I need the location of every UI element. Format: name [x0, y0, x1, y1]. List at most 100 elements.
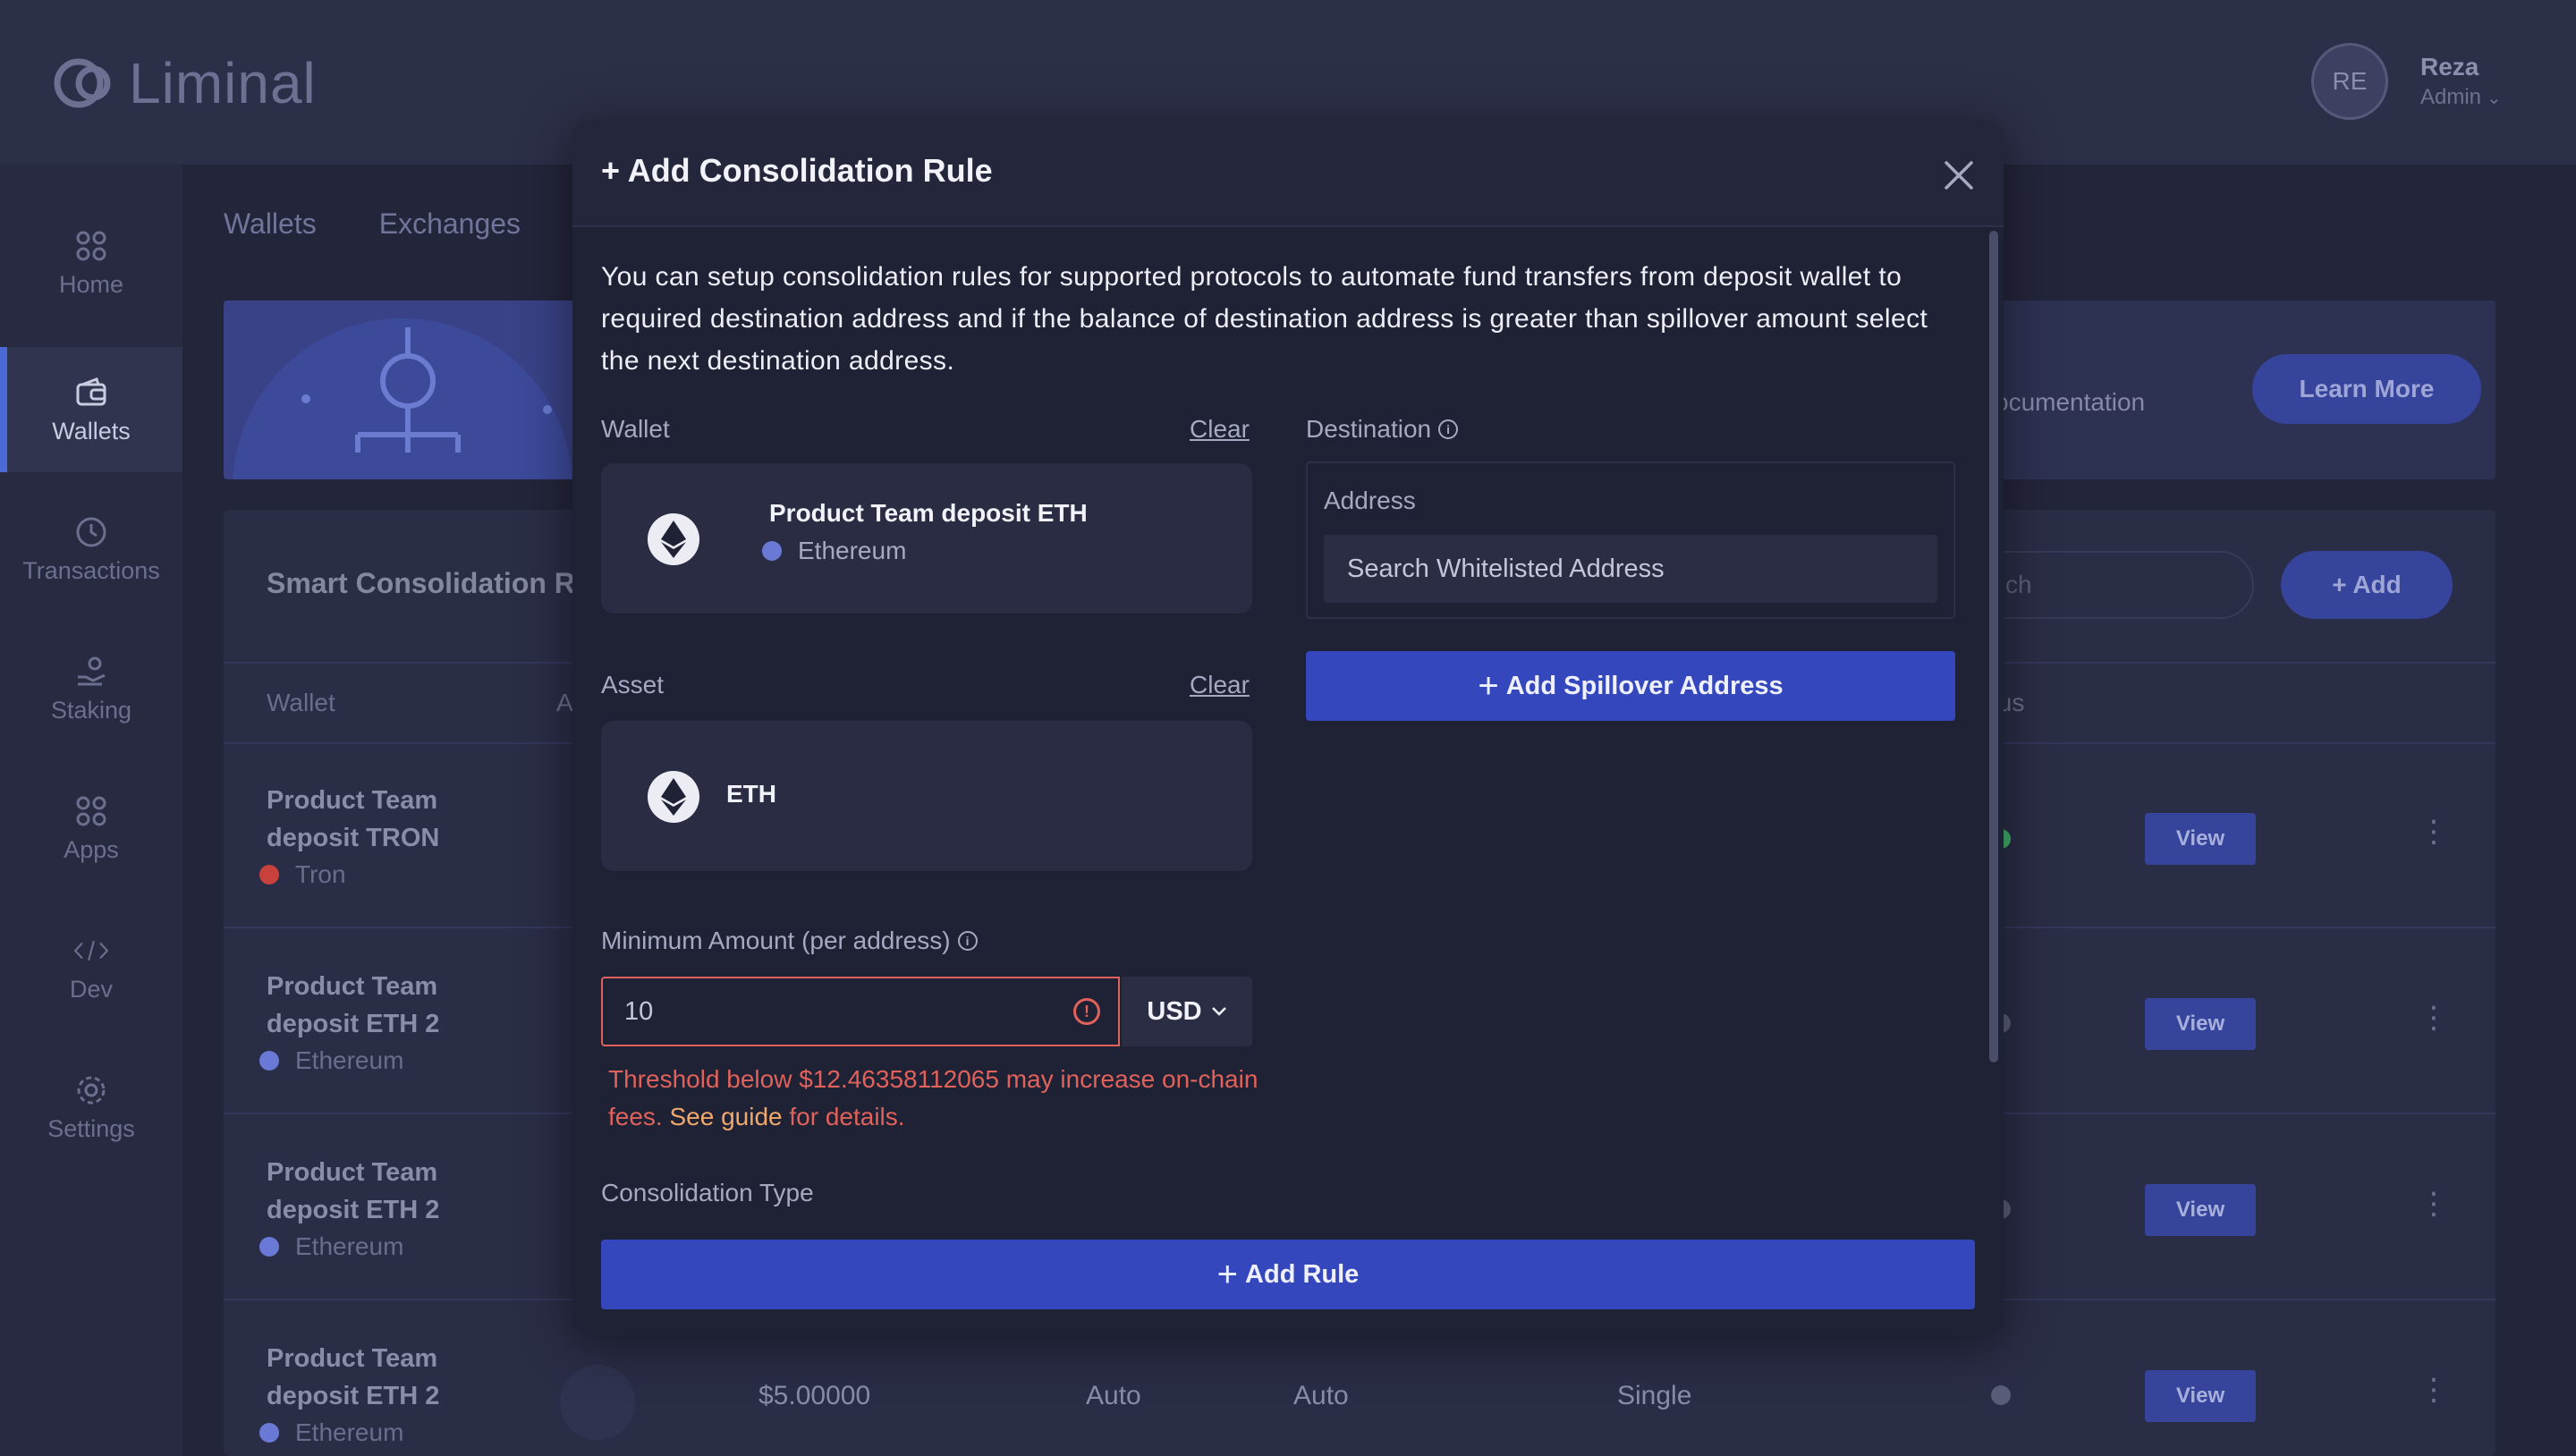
- see-guide-link[interactable]: See guide: [669, 1103, 782, 1130]
- modal-title: + Add Consolidation Rule: [601, 152, 993, 189]
- gear-icon: [73, 1072, 109, 1108]
- modal-header: + Add Consolidation Rule: [572, 120, 2004, 227]
- row-amount: $5.00000: [758, 1381, 871, 1410]
- plus-icon: +: [1478, 666, 1499, 706]
- selected-asset-card[interactable]: ETH: [601, 721, 1252, 871]
- sidebar-item-home[interactable]: Home: [0, 200, 182, 326]
- chain-dot: [259, 1237, 279, 1257]
- row-col-c: Auto: [1293, 1381, 1349, 1410]
- add-rule-label: Add Rule: [1245, 1259, 1360, 1289]
- destination-label: Destination: [1306, 415, 1432, 443]
- currency-select[interactable]: USD: [1122, 977, 1252, 1046]
- column-header-asset: A: [556, 689, 573, 716]
- view-button[interactable]: View: [2145, 1184, 2256, 1236]
- row-wallet-name: Product Team: [267, 972, 438, 1001]
- close-icon[interactable]: [1941, 157, 1977, 193]
- consolidation-type-label: Consolidation Type: [601, 1179, 814, 1206]
- modal-intro-text: You can setup consolidation rules for su…: [601, 262, 1928, 376]
- selected-wallet-card[interactable]: Product Team deposit ETH Ethereum: [601, 463, 1252, 614]
- threshold-error-message: Threshold below $12.46358112065 may incr…: [608, 1061, 1288, 1136]
- sidebar-item-dev[interactable]: Dev: [0, 905, 182, 1030]
- add-spillover-label: Add Spillover Address: [1505, 671, 1784, 700]
- tab-wallets[interactable]: Wallets: [224, 207, 317, 241]
- ethereum-icon: [648, 513, 699, 565]
- row-chain: Tron: [295, 860, 346, 888]
- modal-scrollbar[interactable]: [1989, 231, 1998, 1062]
- logo-text: Liminal: [129, 51, 317, 115]
- sidebar-item-label: Dev: [69, 975, 113, 1003]
- view-button[interactable]: View: [2145, 998, 2256, 1050]
- address-label: Address: [1324, 487, 1416, 514]
- sidebar-item-wallets[interactable]: Wallets: [0, 347, 182, 472]
- row-col-b: Auto: [1086, 1381, 1141, 1410]
- selected-asset-symbol: ETH: [726, 780, 776, 808]
- view-button[interactable]: View: [2145, 813, 2256, 865]
- sidebar-item-label: Transactions: [22, 556, 160, 584]
- more-options-icon[interactable]: ⋮: [2419, 814, 2449, 850]
- chain-dot: [259, 1423, 279, 1443]
- plus-icon: +: [1216, 1255, 1239, 1294]
- column-header-wallet: Wallet: [267, 689, 335, 716]
- row-chain: Ethereum: [295, 1232, 404, 1260]
- row-wallet-name: Product Team: [267, 1158, 438, 1187]
- whitelisted-address-search-input[interactable]: Search Whitelisted Address: [1324, 535, 1937, 603]
- min-amount-input[interactable]: 10: [601, 977, 1120, 1046]
- user-menu[interactable]: RE Reza Admin ⌄: [2311, 43, 2502, 120]
- user-name: Reza: [2420, 53, 2479, 80]
- wallet-clear-link[interactable]: Clear: [1190, 415, 1250, 444]
- status-indicator: [1991, 1385, 2011, 1405]
- chain-dot: [259, 865, 279, 885]
- user-role: Admin: [2420, 85, 2482, 109]
- min-amount-label: Minimum Amount (per address): [601, 927, 951, 954]
- row-wallet-name-2: deposit ETH 2: [267, 1010, 440, 1038]
- currency-value: USD: [1147, 996, 1202, 1026]
- row-wallet-name-2: deposit ETH 2: [267, 1196, 440, 1224]
- more-options-icon[interactable]: ⋮: [2419, 1372, 2449, 1408]
- add-button[interactable]: + Add: [2281, 551, 2453, 619]
- grid-icon: [73, 793, 109, 829]
- selected-wallet-chain: Ethereum: [798, 537, 907, 564]
- tab-exchanges[interactable]: Exchanges: [379, 207, 521, 241]
- avatar[interactable]: RE: [2311, 43, 2388, 120]
- asset-clear-link[interactable]: Clear: [1190, 671, 1250, 699]
- add-consolidation-rule-modal: + Add Consolidation Rule You can setup c…: [572, 120, 2004, 1336]
- row-col-d: Single: [1617, 1381, 1692, 1410]
- wallet-icon: [73, 375, 109, 411]
- asset-label: Asset: [601, 671, 665, 698]
- sidebar-item-label: Staking: [50, 696, 132, 724]
- staking-icon: [73, 654, 109, 690]
- clock-icon: [73, 514, 109, 550]
- row-chain: Ethereum: [295, 1046, 404, 1074]
- code-icon: [73, 933, 109, 969]
- sidebar-item-staking[interactable]: Staking: [0, 626, 182, 751]
- row-wallet-name-2: deposit ETH 2: [267, 1382, 440, 1410]
- add-rule-button[interactable]: + Add Rule: [601, 1240, 1975, 1309]
- learn-more-button[interactable]: Learn More: [2252, 354, 2481, 424]
- documentation-link[interactable]: ocumentation: [1995, 388, 2145, 417]
- liminal-logo[interactable]: Liminal: [52, 50, 317, 116]
- sidebar-item-apps[interactable]: Apps: [0, 766, 182, 891]
- sidebar-item-label: Apps: [64, 835, 119, 863]
- more-options-icon[interactable]: ⋮: [2419, 1186, 2449, 1222]
- asset-icon: [560, 1365, 635, 1440]
- grid-icon: [73, 228, 109, 264]
- row-wallet-name: Product Team: [267, 1344, 438, 1373]
- add-spillover-address-button[interactable]: + Add Spillover Address: [1306, 651, 1955, 721]
- sidebar-item-transactions[interactable]: Transactions: [0, 487, 182, 612]
- row-wallet-name: Product Team: [267, 786, 438, 815]
- more-options-icon[interactable]: ⋮: [2419, 1000, 2449, 1036]
- chevron-down-icon[interactable]: ⌄: [2487, 87, 2502, 109]
- sidebar: Home Wallets Transactions Staking Apps D…: [0, 165, 182, 1456]
- liminal-logo-icon: [54, 58, 111, 108]
- view-button[interactable]: View: [2145, 1370, 2256, 1422]
- wallet-label: Wallet: [601, 415, 670, 443]
- tab-bar: Wallets Exchanges: [224, 207, 521, 241]
- chevron-down-icon: [1211, 1007, 1226, 1016]
- row-chain: Ethereum: [295, 1418, 404, 1446]
- sidebar-item-settings[interactable]: Settings: [0, 1045, 182, 1170]
- sidebar-item-label: Home: [58, 270, 124, 298]
- sidebar-item-label: Wallets: [52, 417, 131, 444]
- info-icon[interactable]: i: [1438, 419, 1459, 439]
- info-icon[interactable]: i: [957, 931, 978, 951]
- ethereum-icon: [648, 771, 699, 823]
